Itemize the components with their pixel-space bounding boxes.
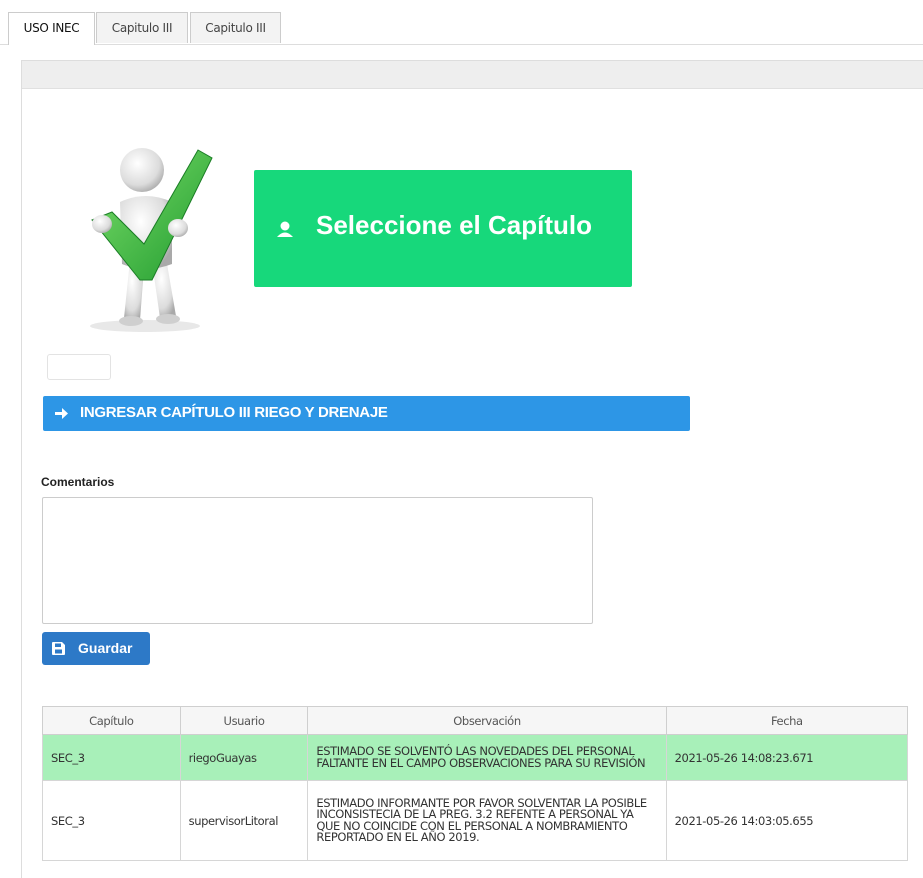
cell-capitulo: SEC_3 — [42, 734, 181, 781]
select-chapter-banner: Seleccione el Capítulo — [254, 170, 632, 287]
banner-text: Seleccione el Capítulo — [316, 210, 592, 240]
tab-bar: USO INEC Capitulo III Capitulo III — [0, 0, 923, 45]
tab-capitulo-iii-2[interactable]: Capitulo III — [190, 12, 281, 43]
table-header-row: Capítulo Usuario Observación Fecha — [42, 706, 909, 735]
arrow-right-icon — [55, 408, 68, 419]
ingresar-label: INGRESAR CAPÍTULO III RIEGO Y DRENAJE — [80, 404, 388, 421]
user-icon — [277, 221, 293, 237]
col-capitulo: Capítulo — [42, 706, 181, 735]
table-row[interactable]: SEC_3 supervisorLitoral ESTIMADO INFORMA… — [42, 780, 909, 861]
observaciones-table: Capítulo Usuario Observación Fecha SEC_3… — [42, 706, 909, 861]
guardar-label: Guardar — [78, 640, 133, 656]
ingresar-capitulo-button[interactable]: INGRESAR CAPÍTULO III RIEGO Y DRENAJE — [43, 396, 690, 431]
cell-fecha: 2021-05-26 14:03:05.655 — [665, 780, 909, 861]
panel-header — [22, 61, 923, 89]
col-usuario: Usuario — [179, 706, 309, 735]
comentarios-textarea[interactable] — [42, 497, 593, 624]
tab-uso-inec[interactable]: USO INEC — [8, 12, 95, 45]
person-checkmark-illustration — [90, 148, 213, 332]
cell-usuario: supervisorLitoral — [179, 780, 309, 861]
table-row[interactable]: SEC_3 riegoGuayas ESTIMADO SE SOLVENTÓ L… — [42, 734, 909, 781]
empty-box — [47, 354, 111, 380]
col-observacion: Observación — [307, 706, 667, 735]
cell-observacion: ESTIMADO INFORMANTE POR FAVOR SOLVENTAR … — [307, 780, 667, 861]
save-icon — [52, 642, 65, 655]
col-fecha: Fecha — [665, 706, 909, 735]
cell-observacion: ESTIMADO SE SOLVENTÓ LAS NOVEDADES DEL P… — [307, 734, 667, 781]
cell-capitulo: SEC_3 — [42, 780, 181, 861]
tab-capitulo-iii-1[interactable]: Capitulo III — [96, 12, 188, 43]
comentarios-label: Comentarios — [41, 475, 115, 489]
cell-usuario: riegoGuayas — [179, 734, 309, 781]
cell-fecha: 2021-05-26 14:08:23.671 — [665, 734, 909, 781]
guardar-button[interactable]: Guardar — [42, 632, 150, 665]
